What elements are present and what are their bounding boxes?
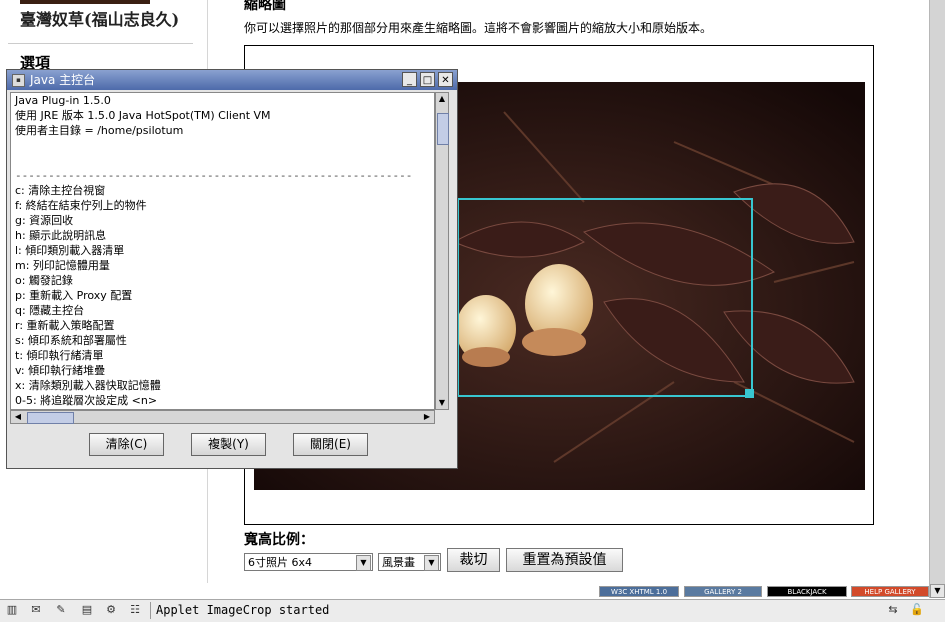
- console-titlebar[interactable]: ▪ Java 主控台 _ □ ✕: [7, 70, 457, 90]
- crop-selection-rectangle[interactable]: [457, 198, 754, 398]
- console-vertical-scrollbar[interactable]: ▲ ▼: [435, 92, 449, 410]
- console-line: r: 重新載入策略配置: [15, 319, 115, 332]
- blackjack-badge[interactable]: BLACKJACK: [767, 586, 847, 597]
- scroll-up-arrow-icon[interactable]: ▲: [436, 93, 448, 105]
- orientation-select[interactable]: 風景畫 ▼: [378, 553, 441, 571]
- console-line: x: 清除類別載入器快取記憶體: [15, 379, 161, 392]
- crop-button[interactable]: 裁切: [447, 548, 500, 572]
- section-heading: 縮略圖: [244, 0, 286, 13]
- online-icon[interactable]: ⇆: [886, 604, 900, 616]
- scroll-thumb[interactable]: [437, 113, 449, 145]
- java-console-window[interactable]: ▪ Java 主控台 _ □ ✕ Java Plug-in 1.5.0 使用 J…: [6, 69, 458, 469]
- crop-resize-handle[interactable]: [745, 389, 754, 398]
- chat-icon[interactable]: ✎: [54, 604, 68, 616]
- console-line: h: 顯示此說明訊息: [15, 229, 107, 242]
- console-line: o: 觸發記錄: [15, 274, 73, 287]
- console-line: 使用者主目錄 = /home/psilotum: [15, 124, 184, 137]
- close-icon[interactable]: ✕: [438, 72, 453, 87]
- console-line: l: 傾印類別載入器清單: [15, 244, 125, 257]
- gallery2-badge[interactable]: GALLERY 2: [684, 586, 762, 597]
- console-output[interactable]: Java Plug-in 1.5.0 使用 JRE 版本 1.5.0 Java …: [10, 92, 435, 410]
- clear-button[interactable]: 清除(C): [89, 433, 164, 456]
- scroll-down-arrow-icon[interactable]: ▼: [930, 584, 945, 598]
- scroll-down-arrow-icon[interactable]: ▼: [436, 397, 448, 409]
- thumbnail-description: 你可以選擇照片的那個部分用來產生縮略圖。這將不會影響圖片的縮放大小和原始版本。: [244, 21, 713, 35]
- console-line: 使用 JRE 版本 1.5.0 Java HotSpot(TM) Client …: [15, 109, 271, 122]
- close-button[interactable]: 關閉(E): [293, 433, 368, 456]
- tools-icon[interactable]: ⚙: [104, 604, 118, 616]
- status-text: Applet ImageCrop started: [156, 603, 330, 617]
- minimize-icon[interactable]: _: [402, 72, 417, 87]
- mail-icon[interactable]: ✉: [29, 604, 43, 616]
- orientation-value: 風景畫: [382, 556, 415, 569]
- console-line: q: 隱藏主控台: [15, 304, 85, 317]
- scroll-thumb[interactable]: [27, 412, 74, 424]
- chevron-down-icon[interactable]: ▼: [356, 555, 371, 571]
- aspect-ratio-value: 6寸照片 6x4: [248, 556, 313, 569]
- console-line: t: 傾印執行緒清單: [15, 349, 104, 362]
- console-horizontal-scrollbar[interactable]: ◀ ▶: [10, 410, 435, 424]
- lock-icon: 🔓: [910, 603, 924, 616]
- scroll-right-arrow-icon[interactable]: ▶: [421, 411, 433, 423]
- page-scrollbar[interactable]: ▼: [929, 0, 945, 598]
- console-line: s: 傾印系統和部署屬性: [15, 334, 127, 347]
- help-gallery-badge[interactable]: HELP GALLERY: [851, 586, 929, 597]
- console-line: g: 資源回收: [15, 214, 74, 227]
- console-separator: ----------------------------------------…: [15, 169, 413, 182]
- window-menu-icon[interactable]: ▪: [12, 74, 25, 87]
- scroll-left-arrow-icon[interactable]: ◀: [12, 411, 24, 423]
- console-line: c: 清除主控台視窗: [15, 184, 106, 197]
- reset-defaults-button[interactable]: 重置為預設值: [506, 548, 623, 572]
- copy-button[interactable]: 複製(Y): [191, 433, 266, 456]
- w3c-xhtml-badge[interactable]: W3C XHTML 1.0: [599, 586, 679, 597]
- navigator-icon[interactable]: ▥: [5, 604, 19, 616]
- album-thumbnail[interactable]: [20, 0, 150, 4]
- maximize-icon[interactable]: □: [420, 72, 435, 87]
- album-title[interactable]: 臺灣奴草(福山志良久): [20, 6, 179, 30]
- console-line: 0-5: 將追蹤層次設定成 <n>: [15, 394, 158, 407]
- console-line: m: 列印記憶體用量: [15, 259, 110, 272]
- status-divider: [150, 602, 151, 619]
- browser-statusbar: ▥ ✉ ✎ ▤ ⚙ ☷ Applet ImageCrop started ⇆ 🔓: [0, 599, 945, 622]
- composer-icon[interactable]: ▤: [80, 604, 94, 616]
- console-line: Java Plug-in 1.5.0: [15, 94, 111, 107]
- chevron-down-icon[interactable]: ▼: [424, 555, 439, 571]
- address-book-icon[interactable]: ☷: [128, 604, 142, 616]
- aspect-ratio-select[interactable]: 6寸照片 6x4 ▼: [244, 553, 373, 571]
- console-line: p: 重新載入 Proxy 配置: [15, 289, 133, 302]
- console-line: f: 終結在結束佇列上的物件: [15, 199, 147, 212]
- aspect-ratio-label: 寬高比例：: [244, 532, 314, 548]
- console-line: v: 傾印執行緒堆疊: [15, 364, 106, 377]
- sidebar-divider: [8, 43, 193, 44]
- console-title: Java 主控台: [30, 73, 96, 87]
